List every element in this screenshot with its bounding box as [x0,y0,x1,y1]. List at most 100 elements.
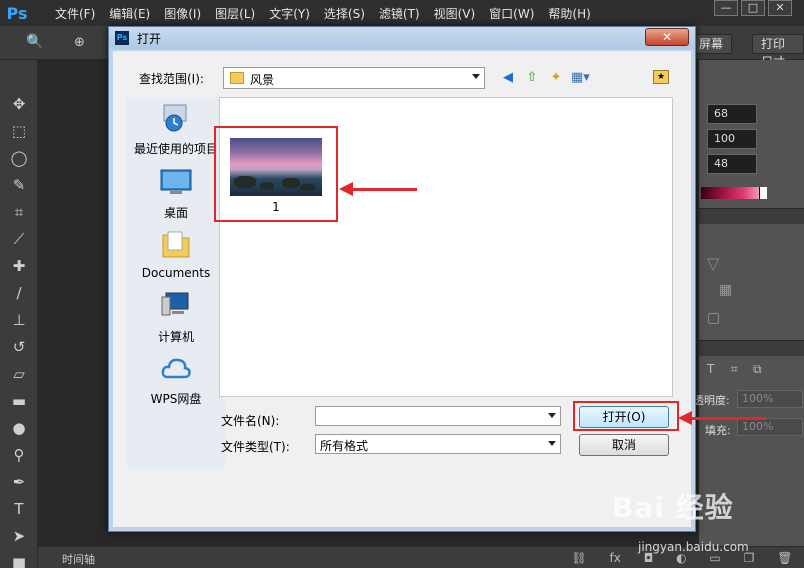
menu-window[interactable]: 窗口(W) [482,5,541,22]
fx-icon[interactable]: fx [610,551,621,565]
timeline-label[interactable]: 时间轴 [62,551,95,567]
view-menu-icon[interactable]: ▦▾ [571,70,590,86]
shape-tool-icon[interactable]: ■ [0,549,38,568]
place-label: 桌面 [163,206,188,220]
favorite-folder-icon[interactable]: ★ [653,70,669,84]
open-button[interactable]: 打开(O) [579,406,669,428]
annotation-arrow-line [351,188,417,191]
annotation-arrow-head-2 [678,411,692,425]
panel-header-adjustments [699,208,804,224]
chevron-down-icon [548,441,556,446]
annotation-arrow-line-2 [690,417,766,420]
place-wps-cloud[interactable]: WPS网盘 [127,353,225,407]
filetype-select[interactable]: 所有格式 [315,434,561,454]
up-folder-icon[interactable]: ⇧ [523,70,541,86]
menu-help[interactable]: 帮助(H) [541,5,597,22]
menu-select[interactable]: 选择(S) [317,5,372,22]
dialog-body: 查找范围(I): 风景 ◀ ⇧ ✦ ▦▾ ★ 最近使用的项目 桌面 Docume… [113,51,691,527]
healing-tool-icon[interactable]: ✚ [0,252,38,279]
smart-filter-icon[interactable]: ⧉ [753,362,762,377]
menu-view[interactable]: 视图(V) [427,5,483,22]
fill-field[interactable]: 100% [737,418,803,436]
baidu-watermark: Bai 经验 [612,491,734,524]
file-list-area[interactable]: 1 [214,97,673,397]
brush-tool-icon[interactable]: ∕ [0,279,38,306]
ps-toolbar: ✥ ⬚ ◯ ✎ ⌗ ⟋ ✚ ∕ ⊥ ↺ ▱ ▬ ● ⚲ ✒ T ➤ ■ [0,60,38,568]
menu-layer[interactable]: 图层(L) [208,5,262,22]
panel-header-layers [699,340,804,356]
place-documents[interactable]: Documents [127,229,225,280]
dodge-tool-icon[interactable]: ⚲ [0,441,38,468]
place-desktop[interactable]: 桌面 [127,167,225,221]
path-select-tool-icon[interactable]: ➤ [0,522,38,549]
menu-image[interactable]: 图像(I) [157,5,208,22]
color-ramp[interactable] [701,187,765,199]
lasso-tool-icon[interactable]: ◯ [0,144,38,171]
file-name-label: 1 [272,200,280,214]
maximize-button[interactable]: □ [741,0,765,16]
cancel-button[interactable]: 取消 [579,434,669,456]
move-tool-icon[interactable]: ✥ [0,90,38,117]
pen-tool-icon[interactable]: ✒ [0,468,38,495]
place-label: 计算机 [157,330,194,344]
blur-tool-icon[interactable]: ● [0,414,38,441]
ps-app-icon: Ps [115,31,129,45]
menu-filter[interactable]: 滤镜(T) [372,5,427,22]
filename-label: 文件名(N): [221,414,280,428]
computer-icon [161,292,189,316]
file-item-selected[interactable]: 1 [214,126,338,222]
lookin-label: 查找范围(I): [139,72,204,86]
chevron-down-icon [548,413,556,418]
delete-layer-icon[interactable]: 🗑 [777,551,792,565]
menu-file[interactable]: 文件(F) [48,5,102,22]
dialog-titlebar[interactable]: Ps 打开 ✕ [109,27,695,49]
place-recent[interactable]: 最近使用的项目 [127,103,225,157]
chevron-down-icon [472,74,480,79]
documents-folder-icon [162,231,190,258]
color-value-2[interactable]: 100 [707,129,757,149]
menu-type[interactable]: 文字(Y) [262,5,317,22]
ps-logo: Ps [6,3,28,23]
open-file-dialog: Ps 打开 ✕ 查找范围(I): 风景 ◀ ⇧ ✦ ▦▾ ★ 最近使用的项目 桌… [108,26,696,532]
fit-screen-button[interactable]: 屏幕 [690,34,733,54]
filename-input[interactable] [315,406,561,426]
desktop-icon [160,169,192,194]
eyedropper-tool-icon[interactable]: ⟋ [0,225,38,252]
menu-edit[interactable]: 编辑(E) [102,5,157,22]
ps-menu: 文件(F) 编辑(E) 图像(I) 图层(L) 文字(Y) 选择(S) 滤镜(T… [48,5,598,22]
grid-icon[interactable]: ▦ [719,282,732,298]
image-thumbnail [230,138,322,196]
type-filter-icon[interactable]: T [707,362,714,376]
places-bar: 最近使用的项目 桌面 Documents 计算机 WPS网盘 [127,97,225,469]
zoom-in-icon[interactable]: ⊕ [74,35,85,50]
crop-tool-icon[interactable]: ⌗ [0,198,38,225]
eraser-tool-icon[interactable]: ▱ [0,360,38,387]
dialog-title: 打开 [137,32,162,46]
square-icon[interactable]: ▢ [707,310,720,326]
fill-label: 填充: [705,424,731,437]
back-icon[interactable]: ◀ [499,70,517,86]
dialog-close-button[interactable]: ✕ [645,28,689,46]
transform-filter-icon[interactable]: ⌗ [731,362,738,377]
lookin-combobox[interactable]: 风景 [223,67,485,89]
triangle-icon[interactable]: ▽ [707,254,719,273]
baidu-watermark-url: jingyan.baidu.com [638,540,749,554]
history-brush-icon[interactable]: ↺ [0,333,38,360]
folder-icon [230,72,244,84]
quick-select-tool-icon[interactable]: ✎ [0,171,38,198]
color-value-3[interactable]: 48 [707,154,757,174]
link-layers-icon[interactable]: ⛓ [571,551,586,565]
color-value-1[interactable]: 68 [707,104,757,124]
gradient-tool-icon[interactable]: ▬ [0,387,38,414]
stamp-tool-icon[interactable]: ⊥ [0,306,38,333]
place-computer[interactable]: 计算机 [127,291,225,345]
close-window-button[interactable]: ✕ [768,0,792,16]
marquee-tool-icon[interactable]: ⬚ [0,117,38,144]
color-ramp-white [759,187,767,199]
minimize-button[interactable]: — [714,0,738,16]
print-size-button[interactable]: 打印尺寸 [752,34,804,69]
zoom-tool-icon[interactable]: 🔍 [26,34,43,50]
opacity-field[interactable]: 100% [737,390,803,408]
type-tool-icon[interactable]: T [0,495,38,522]
new-folder-icon[interactable]: ✦ [547,70,565,86]
